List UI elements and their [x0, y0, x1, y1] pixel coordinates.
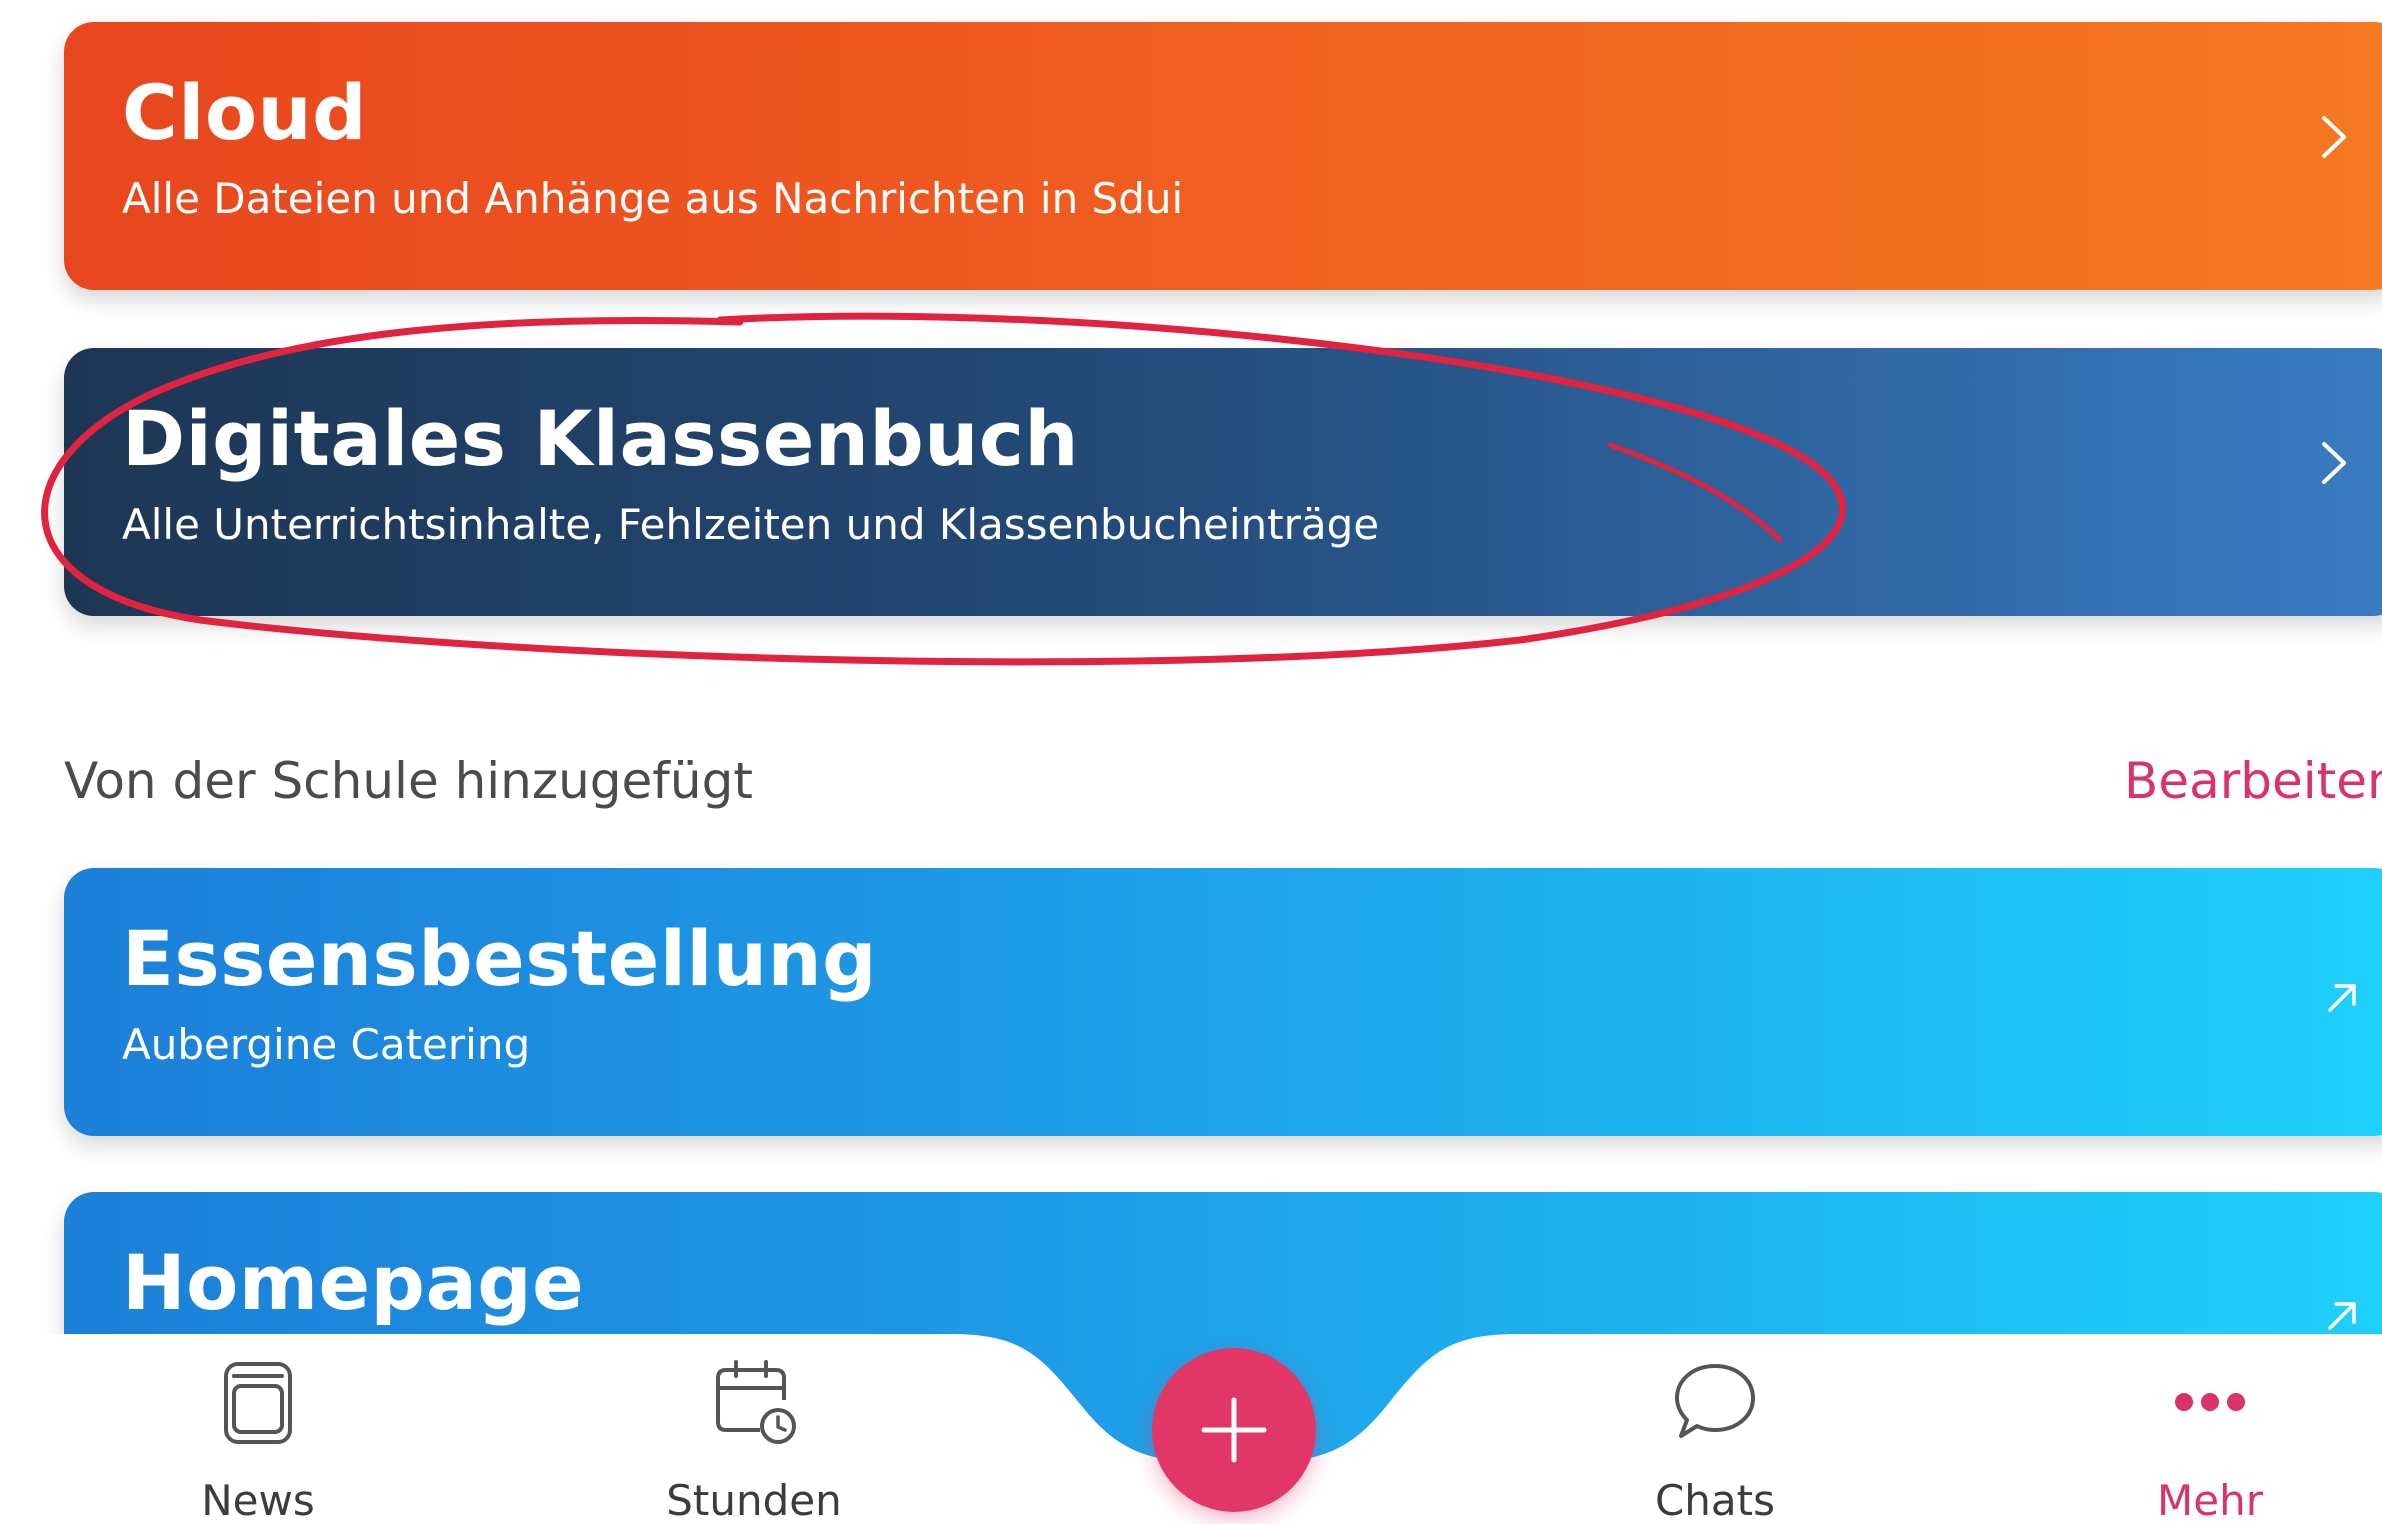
- nav-label: Mehr: [2157, 1476, 2263, 1524]
- news-icon: [212, 1356, 304, 1448]
- nav-chats[interactable]: Chats: [1565, 1334, 1865, 1524]
- nav-label: News: [201, 1476, 315, 1524]
- card-title: Digitales Klassenbuch: [122, 394, 1080, 483]
- nav-stunden[interactable]: Stunden: [604, 1334, 904, 1524]
- essensbestellung-card[interactable]: Essensbestellung Aubergine Catering: [64, 868, 2382, 1136]
- card-subtitle: Alle Unterrichtsinhalte, Fehlzeiten und …: [122, 500, 1380, 549]
- chat-bubble-icon: [1669, 1356, 1761, 1448]
- chevron-right-icon: [2298, 102, 2368, 172]
- card-subtitle: Alle Dateien und Anhänge aus Nachrichten…: [122, 174, 1184, 223]
- nav-news[interactable]: News: [108, 1334, 408, 1524]
- more-screen: Cloud Alle Dateien und Anhänge aus Nachr…: [0, 0, 2382, 1524]
- edit-link[interactable]: Bearbeiten: [2124, 752, 2382, 810]
- plus-icon: [1201, 1397, 1267, 1463]
- card-subtitle: Aubergine Catering: [122, 1020, 531, 1069]
- card-title: Essensbestellung: [122, 914, 878, 1003]
- external-link-icon: [2318, 974, 2366, 1022]
- nav-label: Stunden: [666, 1476, 842, 1524]
- calendar-clock-icon: [708, 1356, 800, 1448]
- cloud-card[interactable]: Cloud Alle Dateien und Anhänge aus Nachr…: [64, 22, 2382, 290]
- section-label: Von der Schule hinzugefügt: [64, 752, 753, 810]
- more-dots-icon: [2164, 1356, 2256, 1448]
- card-title: Homepage: [122, 1238, 585, 1327]
- nav-mehr[interactable]: Mehr: [2060, 1334, 2360, 1524]
- add-button[interactable]: [1152, 1348, 1316, 1512]
- klassenbuch-card[interactable]: Digitales Klassenbuch Alle Unterrichtsin…: [64, 348, 2382, 616]
- nav-label: Chats: [1654, 1476, 1776, 1524]
- chevron-right-icon: [2298, 428, 2368, 498]
- card-title: Cloud: [122, 68, 368, 157]
- external-link-icon: [2318, 1292, 2366, 1340]
